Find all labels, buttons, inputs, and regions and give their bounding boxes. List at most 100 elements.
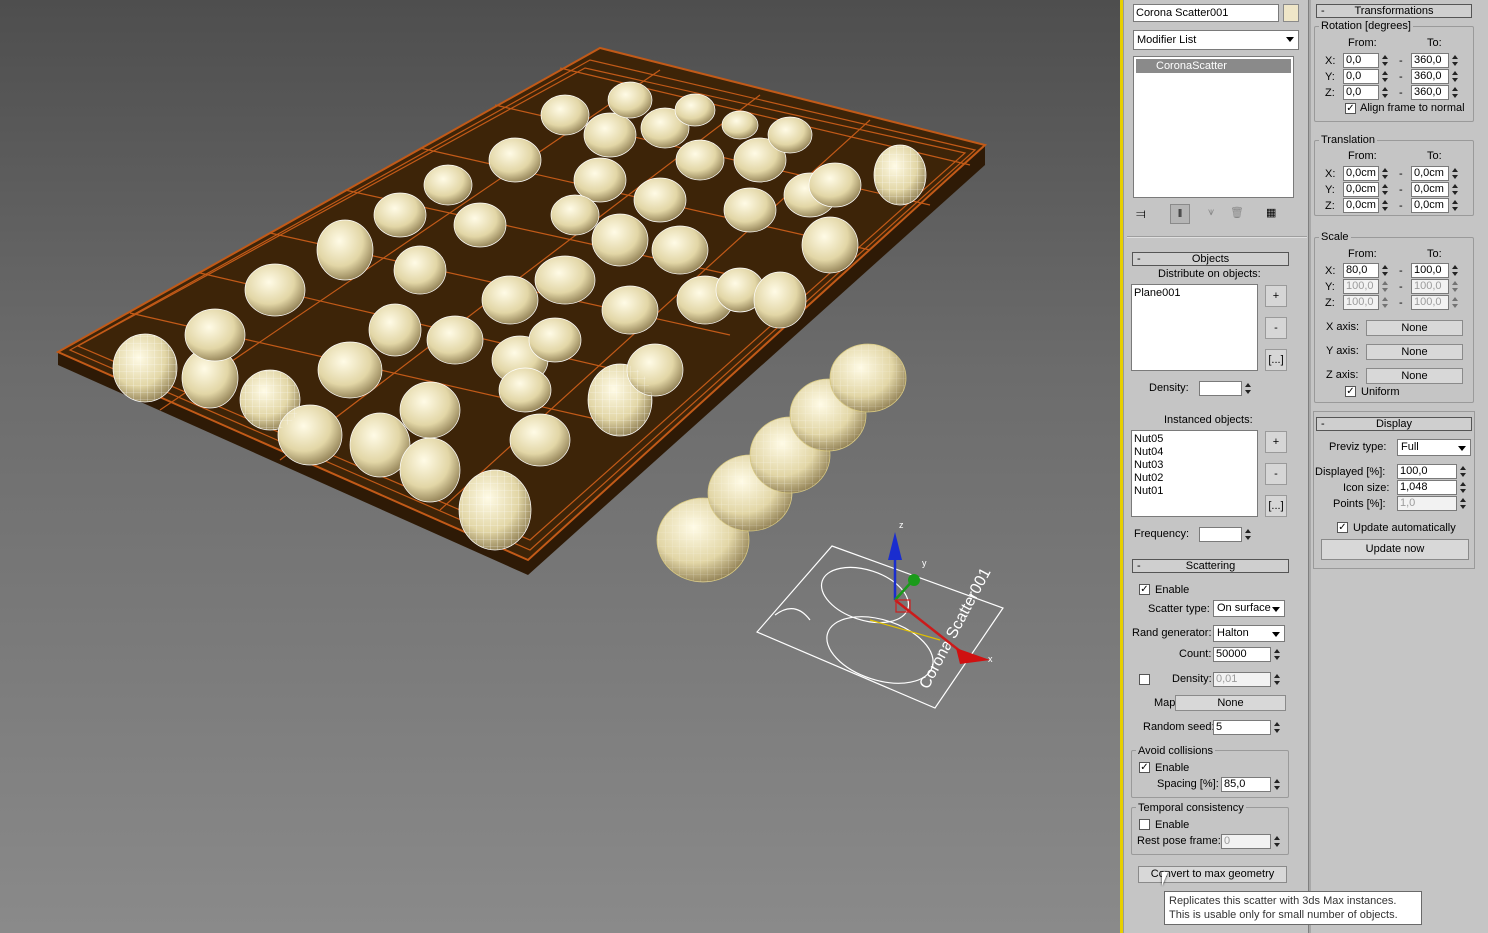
rotation-z-from[interactable]: 0,0 — [1343, 85, 1379, 100]
count-spinner[interactable] — [1273, 647, 1282, 662]
objects-rollout-header[interactable]: - Objects — [1132, 252, 1289, 266]
list-item[interactable]: Nut02 — [1134, 472, 1163, 485]
translation-z-to[interactable]: 0,0cm — [1411, 198, 1449, 213]
spinner[interactable] — [1459, 496, 1468, 511]
density-enable-checkbox[interactable] — [1139, 674, 1150, 685]
rotation-y-from[interactable]: 0,0 — [1343, 69, 1379, 84]
list-item[interactable]: Nut01 — [1134, 485, 1163, 498]
rotation-y-to[interactable]: 360,0 — [1411, 69, 1449, 84]
convert-to-max-geometry-button[interactable]: Convert to max geometry — [1138, 866, 1287, 883]
spacing-field[interactable]: 85,0 — [1221, 777, 1271, 792]
previz-type-dropdown[interactable]: Full — [1397, 439, 1471, 456]
modifier-stack-item-coronascatter[interactable]: CoronaScatter — [1136, 59, 1291, 73]
configure-modifier-sets-icon[interactable]: ▦ — [1266, 206, 1276, 219]
points-field[interactable]: 1,0 — [1397, 496, 1457, 511]
list-item[interactable]: Plane001 — [1134, 287, 1181, 300]
icon-size-field[interactable]: 1,048 — [1397, 480, 1457, 495]
translation-y-to[interactable]: 0,0cm — [1411, 182, 1449, 197]
rest-pose-field[interactable]: 0 — [1221, 834, 1271, 849]
object-name-field[interactable]: Corona Scatter001 — [1133, 4, 1279, 22]
list-item[interactable]: Nut04 — [1134, 446, 1163, 459]
show-end-result-icon[interactable]: ‖ — [1170, 204, 1190, 224]
scale-z-from[interactable]: 100,0 — [1343, 295, 1379, 310]
spinner[interactable] — [1381, 263, 1390, 278]
z-axis-map-button[interactable]: None — [1366, 368, 1463, 384]
spinner[interactable] — [1451, 198, 1460, 213]
transformations-rollout-header[interactable]: - Transformations — [1316, 4, 1472, 18]
translation-z-from[interactable]: 0,0cm — [1343, 198, 1379, 213]
scattering-rollout-header[interactable]: - Scattering — [1132, 559, 1289, 573]
scatter-density-field[interactable]: 0,01 — [1213, 672, 1271, 687]
scatter-enable-checkbox[interactable]: ✓ — [1139, 584, 1150, 595]
scale-x-from[interactable]: 80,0 — [1343, 263, 1379, 278]
perspective-viewport[interactable]: Corona Scatter001 z y x — [0, 0, 1120, 933]
translation-x-to[interactable]: 0,0cm — [1411, 166, 1449, 181]
update-now-button[interactable]: Update now — [1321, 539, 1469, 560]
random-seed-spinner[interactable] — [1273, 720, 1282, 735]
remove-distribute-button[interactable]: - — [1265, 317, 1287, 339]
add-distribute-button[interactable]: + — [1265, 285, 1287, 307]
temporal-enable-checkbox[interactable] — [1139, 819, 1150, 830]
remove-modifier-icon[interactable]: 🗑 — [1230, 206, 1244, 219]
browse-instanced-button[interactable]: [...] — [1265, 495, 1287, 517]
map-button[interactable]: None — [1175, 695, 1286, 711]
spinner[interactable] — [1451, 263, 1460, 278]
remove-instanced-button[interactable]: - — [1265, 463, 1287, 485]
spinner[interactable] — [1381, 279, 1390, 294]
distribute-objects-list[interactable]: Plane001 — [1131, 284, 1258, 371]
uniform-checkbox[interactable]: ✓ — [1345, 386, 1356, 397]
spinner[interactable] — [1451, 279, 1460, 294]
random-seed-field[interactable]: 5 — [1213, 720, 1271, 735]
count-field[interactable]: 50000 — [1213, 647, 1271, 662]
frequency-spinner[interactable] — [1244, 527, 1253, 542]
spinner[interactable] — [1451, 295, 1460, 310]
scale-x-to[interactable]: 100,0 — [1411, 263, 1449, 278]
list-item[interactable]: Nut05 — [1134, 433, 1163, 446]
density-field[interactable] — [1199, 381, 1242, 396]
spinner[interactable] — [1381, 295, 1390, 310]
corona-scatter-icon[interactable]: Corona Scatter001 — [756, 545, 1004, 709]
scatter-type-dropdown[interactable]: On surface — [1213, 600, 1285, 617]
instanced-objects-list[interactable]: Nut05 Nut04 Nut03 Nut02 Nut01 — [1131, 430, 1258, 517]
density-spinner[interactable] — [1244, 381, 1253, 396]
translation-x-from[interactable]: 0,0cm — [1343, 166, 1379, 181]
rand-generator-dropdown[interactable]: Halton — [1213, 625, 1285, 642]
browse-distribute-button[interactable]: [...] — [1265, 349, 1287, 371]
pin-stack-icon[interactable]: ⫤ — [1136, 206, 1146, 222]
spinner[interactable] — [1381, 85, 1390, 100]
y-axis-map-button[interactable]: None — [1366, 344, 1463, 360]
spinner[interactable] — [1381, 166, 1390, 181]
spacing-spinner[interactable] — [1273, 777, 1282, 792]
make-unique-icon[interactable]: ⩛ — [1208, 206, 1214, 219]
add-instanced-button[interactable]: + — [1265, 431, 1287, 453]
align-frame-checkbox[interactable]: ✓ — [1345, 103, 1356, 114]
scatter-density-spinner[interactable] — [1273, 672, 1282, 687]
spinner[interactable] — [1459, 464, 1468, 479]
spinner[interactable] — [1381, 53, 1390, 68]
spinner[interactable] — [1451, 53, 1460, 68]
spinner[interactable] — [1381, 69, 1390, 84]
scale-z-to[interactable]: 100,0 — [1411, 295, 1449, 310]
update-automatically-checkbox[interactable]: ✓ — [1337, 522, 1348, 533]
displayed-field[interactable]: 100,0 — [1397, 464, 1457, 479]
modifier-list-dropdown[interactable]: Modifier List — [1133, 30, 1299, 50]
spinner[interactable] — [1381, 198, 1390, 213]
spinner[interactable] — [1451, 166, 1460, 181]
frequency-field[interactable] — [1199, 527, 1242, 542]
rotation-z-to[interactable]: 360,0 — [1411, 85, 1449, 100]
spinner[interactable] — [1451, 69, 1460, 84]
modifier-stack[interactable]: CoronaScatter — [1133, 56, 1294, 198]
spinner[interactable] — [1451, 85, 1460, 100]
spinner[interactable] — [1459, 480, 1468, 495]
rotation-x-to[interactable]: 360,0 — [1411, 53, 1449, 68]
spinner[interactable] — [1451, 182, 1460, 197]
spinner[interactable] — [1381, 182, 1390, 197]
object-color-swatch[interactable] — [1283, 4, 1299, 22]
translation-y-from[interactable]: 0,0cm — [1343, 182, 1379, 197]
scale-y-from[interactable]: 100,0 — [1343, 279, 1379, 294]
list-item[interactable]: Nut03 — [1134, 459, 1163, 472]
scale-y-to[interactable]: 100,0 — [1411, 279, 1449, 294]
rest-pose-spinner[interactable] — [1273, 834, 1282, 849]
avoid-enable-checkbox[interactable]: ✓ — [1139, 762, 1150, 773]
x-axis-map-button[interactable]: None — [1366, 320, 1463, 336]
